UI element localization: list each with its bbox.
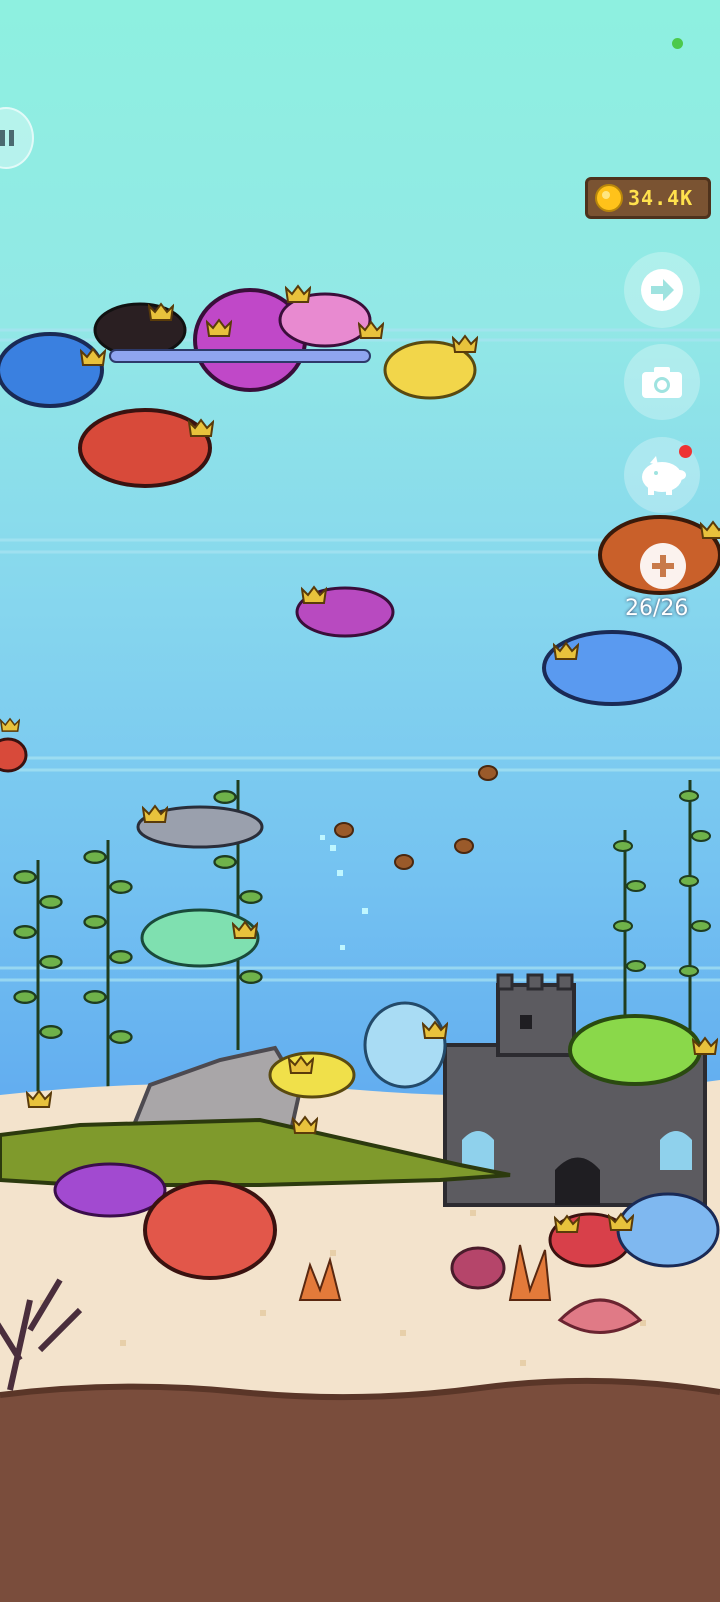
next-button[interactable]: [624, 252, 700, 328]
add-fish-button[interactable]: [640, 543, 686, 589]
pink-rock: [450, 1246, 506, 1290]
coin-icon: [595, 184, 623, 212]
pause-icon: [0, 130, 14, 146]
piggy-bank-icon: [642, 456, 686, 495]
fish-capacity: 26/26: [625, 596, 689, 621]
plus-icon: [652, 555, 674, 577]
notification-dot: [679, 445, 692, 458]
aquarium-scene: [0, 0, 720, 1602]
camera-icon: [642, 367, 682, 398]
soil-floor: [0, 1380, 720, 1602]
status-indicator: [672, 38, 683, 49]
piggy-bank-button[interactable]: [624, 437, 700, 513]
camera-button[interactable]: [624, 344, 700, 420]
coin-value: 34.4K: [628, 186, 694, 210]
coin-counter: 34.4K: [585, 177, 711, 219]
arrow-right-icon: [641, 269, 683, 311]
